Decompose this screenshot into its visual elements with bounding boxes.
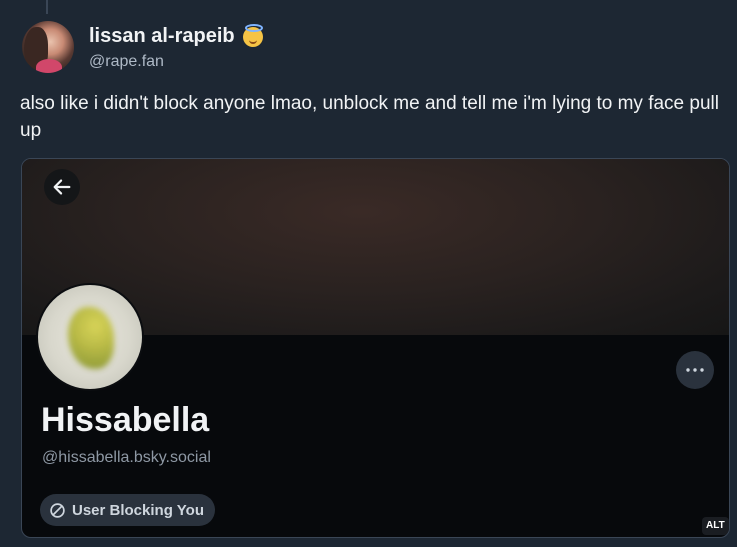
back-button[interactable]	[44, 169, 80, 205]
angel-face-emoji-icon	[242, 23, 263, 47]
ellipsis-icon	[686, 368, 704, 372]
profile-display-name: Hissabella	[41, 401, 210, 439]
profile-handle: @hissabella.bsky.social	[42, 449, 211, 466]
user-blocking-you-badge: User Blocking You	[40, 494, 215, 526]
status-pill-label: User Blocking You	[72, 501, 204, 519]
author-display-name[interactable]: lissan al-rapeib	[89, 25, 235, 48]
thread-connector-line	[46, 0, 48, 14]
author-handle[interactable]: @rape.fan	[89, 53, 164, 71]
author-avatar[interactable]	[22, 21, 74, 73]
alt-text-badge[interactable]: ALT	[702, 517, 729, 535]
block-icon	[50, 502, 65, 518]
profile-avatar[interactable]	[36, 283, 144, 391]
arrow-left-icon	[53, 179, 71, 195]
post-page: lissan al-rapeib @rape.fan also like i d…	[0, 0, 737, 547]
author-display-name-row[interactable]: lissan al-rapeib	[89, 23, 263, 48]
more-options-button[interactable]	[676, 351, 714, 389]
embedded-screenshot[interactable]: Hissabella @hissabella.bsky.social User …	[21, 158, 730, 538]
post-body-text: also like i didn't block anyone lmao, un…	[20, 93, 719, 141]
